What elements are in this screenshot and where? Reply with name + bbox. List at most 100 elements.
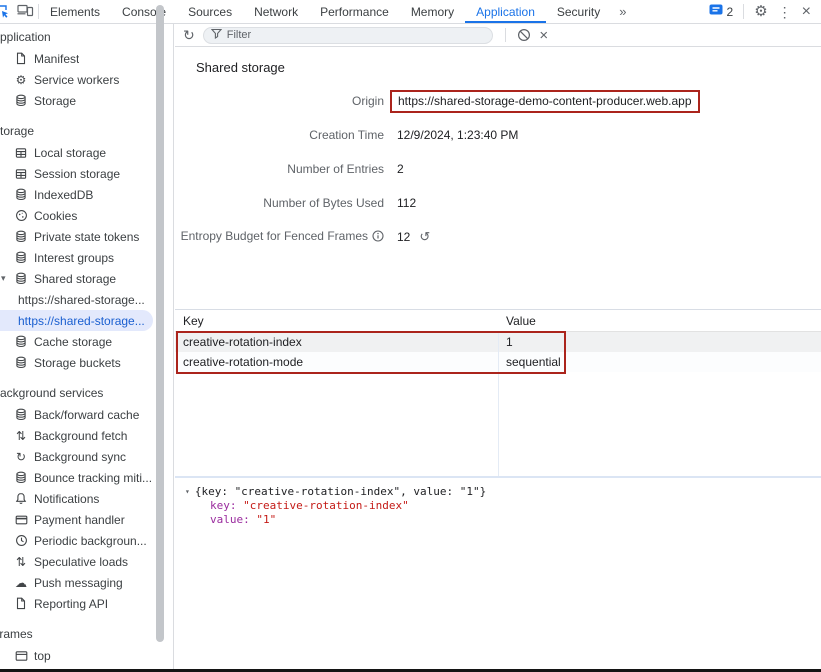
clear-storage-icon[interactable] xyxy=(514,28,534,42)
sidebar-item-session-storage[interactable]: Session storage xyxy=(0,163,173,184)
field-label: Origin xyxy=(175,94,384,108)
field-value: 12/9/2024, 1:23:40 PM xyxy=(397,128,518,142)
device-toolbar-icon[interactable] xyxy=(17,3,34,20)
close-devtools-icon[interactable]: × xyxy=(802,4,811,20)
expander-triangle-icon[interactable]: ▾ xyxy=(1,268,6,289)
overflow-menu-icon[interactable]: ⋮ xyxy=(778,5,792,19)
sidebar-item-shared-storage[interactable]: ▾ Shared storage xyxy=(0,268,173,289)
inspect-element-icon[interactable] xyxy=(0,4,11,20)
sidebar-item-payment-handler[interactable]: Payment handler xyxy=(0,509,173,530)
sidebar-item-bounce-tracking-miti[interactable]: Bounce tracking miti... xyxy=(0,467,173,488)
frame-icon xyxy=(13,648,29,664)
field-row-number-of-bytes-used: Number of Bytes Used112 xyxy=(175,186,821,220)
tab-elements[interactable]: Elements xyxy=(39,0,111,23)
info-icon[interactable] xyxy=(372,230,384,245)
cell-key[interactable]: creative-rotation-index xyxy=(175,335,498,349)
sidebar-item-interest-groups[interactable]: Interest groups xyxy=(0,247,173,268)
sidebar-item-label: Payment handler xyxy=(34,513,125,527)
sidebar-item-indexeddb[interactable]: IndexedDB xyxy=(0,184,173,205)
database-icon xyxy=(13,229,29,245)
sidebar-item-https-shared-storage[interactable]: https://shared-storage... xyxy=(0,289,173,310)
section-header-background-services: Background services xyxy=(0,383,173,404)
issues-counter[interactable]: 2 xyxy=(709,4,734,20)
sidebar-item-label: Shared storage xyxy=(34,272,116,286)
database-icon xyxy=(13,250,29,266)
field-row-creation-time: Creation Time 12/9/2024, 1:23:40 PM xyxy=(175,118,821,152)
shared-storage-panel: ↻ × Shared storage Originhttps://shared-… xyxy=(175,24,821,672)
sidebar-item-cache-storage[interactable]: Cache storage xyxy=(0,331,173,352)
sidebar-item-label: https://shared-storage... xyxy=(18,314,145,328)
preview-summary[interactable]: ▾{key: "creative-rotation-index", value:… xyxy=(185,485,821,499)
tab-performance[interactable]: Performance xyxy=(309,0,400,23)
sidebar-item-label: Interest groups xyxy=(34,251,114,265)
sidebar-scrollbar[interactable] xyxy=(156,5,164,642)
sidebar-item-notifications[interactable]: Notifications xyxy=(0,488,173,509)
field-row-number-of-entries: Number of Entries2 xyxy=(175,152,821,186)
field-label: Number of Entries xyxy=(175,162,384,176)
property-value: "1" xyxy=(256,513,276,526)
refresh-icon[interactable]: ↻ xyxy=(183,28,195,42)
field-row-entropy-budget-for-fenced-frames: Entropy Budget for Fenced Frames12↺ xyxy=(175,220,821,254)
sidebar-item-label: Periodic backgroun... xyxy=(34,534,147,548)
field-label: Number of Bytes Used xyxy=(175,196,384,210)
divider xyxy=(505,28,506,42)
sidebar-item-reporting-api[interactable]: Reporting API xyxy=(0,593,173,614)
cell-key[interactable]: creative-rotation-mode xyxy=(175,355,498,369)
sidebar-item-label: Private state tokens xyxy=(34,230,139,244)
sidebar-item-label: Back/forward cache xyxy=(34,408,139,422)
property-value: "creative-rotation-index" xyxy=(243,499,409,512)
panel-tabs: ElementsConsoleSourcesNetworkPerformance… xyxy=(39,0,611,23)
sidebar-item-https-shared-storage[interactable]: https://shared-storage... xyxy=(0,310,153,331)
expander-triangle-icon[interactable]: ▾ xyxy=(185,487,190,496)
tab-security[interactable]: Security xyxy=(546,0,611,23)
sidebar-item-background-fetch[interactable]: ⇅ Background fetch xyxy=(0,425,173,446)
preview-property: key: "creative-rotation-index" xyxy=(210,499,821,513)
sidebar-item-manifest[interactable]: Manifest xyxy=(0,48,173,69)
sidebar-item-label: https://shared-storage... xyxy=(18,293,145,307)
sidebar-item-top[interactable]: top xyxy=(0,645,173,666)
sidebar-item-label: Storage xyxy=(34,94,76,108)
sidebar-item-speculative-loads[interactable]: ⇅Speculative loads xyxy=(0,551,173,572)
database-icon xyxy=(13,470,29,486)
sidebar-item-label: Bounce tracking miti... xyxy=(34,471,152,485)
column-header-value[interactable]: Value xyxy=(498,314,536,328)
sidebar-item-storage[interactable]: Storage xyxy=(0,90,173,111)
datagrid-header[interactable]: Key Value xyxy=(175,310,821,332)
tab-application[interactable]: Application xyxy=(465,0,546,23)
database-icon xyxy=(13,187,29,203)
sidebar-item-label: Background fetch xyxy=(34,429,127,443)
sidebar-item-private-state-tokens[interactable]: Private state tokens xyxy=(0,226,173,247)
filter-box[interactable] xyxy=(203,27,493,44)
divider xyxy=(743,4,744,19)
cloud-icon: ☁ xyxy=(13,575,29,591)
sidebar-item-push-messaging[interactable]: ☁Push messaging xyxy=(0,572,173,593)
sidebar-item-back-forward-cache[interactable]: Back/forward cache xyxy=(0,404,173,425)
issues-icon xyxy=(709,4,723,20)
tab-console[interactable]: Console xyxy=(111,0,177,23)
field-value: 12 xyxy=(397,230,410,244)
field-label: Creation Time xyxy=(175,128,384,142)
sidebar-item-periodic-backgroun[interactable]: Periodic backgroun... xyxy=(0,530,173,551)
tab-network[interactable]: Network xyxy=(243,0,309,23)
sidebar-item-label: Manifest xyxy=(34,52,79,66)
column-divider[interactable] xyxy=(498,332,499,476)
sidebar-item-local-storage[interactable]: Local storage xyxy=(0,142,173,163)
settings-gear-icon[interactable]: ⚙ xyxy=(754,4,767,19)
filter-input[interactable] xyxy=(227,29,485,41)
file-icon xyxy=(13,51,29,67)
cell-value[interactable]: sequential xyxy=(498,355,561,369)
cell-value[interactable]: 1 xyxy=(498,335,513,349)
sidebar-item-label: Local storage xyxy=(34,146,106,160)
tab-sources[interactable]: Sources xyxy=(177,0,243,23)
sidebar-item-background-sync[interactable]: ↻Background sync xyxy=(0,446,173,467)
close-panel-icon[interactable]: × xyxy=(534,27,554,44)
column-header-key[interactable]: Key xyxy=(175,314,498,328)
sidebar-item-service-workers[interactable]: ⚙Service workers xyxy=(0,69,173,90)
arrows-icon: ⇅ xyxy=(13,428,29,444)
more-tabs-button[interactable]: » xyxy=(611,0,634,23)
tab-memory[interactable]: Memory xyxy=(400,0,465,23)
sidebar-item-cookies[interactable]: Cookies xyxy=(0,205,173,226)
reset-budget-icon[interactable]: ↺ xyxy=(419,229,430,245)
sidebar-item-storage-buckets[interactable]: Storage buckets xyxy=(0,352,173,373)
panel-content: Shared storage Originhttps://shared-stor… xyxy=(175,48,821,672)
